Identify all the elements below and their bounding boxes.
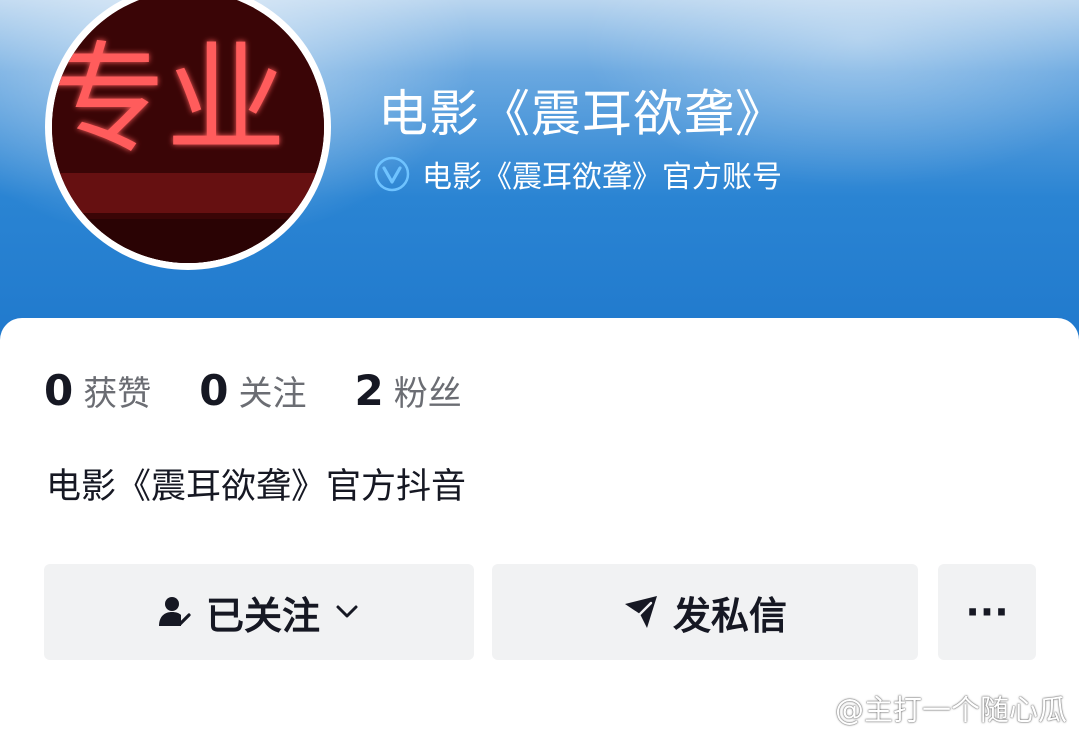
stat-value: 0 — [44, 366, 74, 415]
stat-label: 关注 — [238, 374, 307, 414]
chevron-down-icon — [334, 599, 360, 625]
verified-label: 电影《震耳欲聋》官方账号 — [422, 160, 782, 195]
avatar[interactable]: 专业 — [45, 0, 331, 270]
stat-label: 获赞 — [83, 374, 152, 414]
weibo-icon — [797, 696, 830, 721]
message-label: 发私信 — [672, 593, 787, 638]
message-button[interactable]: 发私信 — [492, 564, 918, 660]
profile-name: 电影《震耳欲聋》 — [378, 85, 786, 143]
send-icon — [623, 594, 659, 630]
verified-v-icon — [374, 156, 410, 192]
stat-likes[interactable]: 0 获赞 — [44, 366, 151, 415]
more-button[interactable]: ··· — [938, 564, 1036, 660]
verified-badge: 电影《震耳欲聋》官方账号 — [374, 152, 782, 196]
watermark: @主打一个随心瓜 — [797, 687, 1067, 729]
profile-page: 专业 电影《震耳欲聋》 电影《震耳欲聋》官方账号 0 获赞 0 关注 2 粉丝 — [0, 0, 1079, 737]
profile-card: 0 获赞 0 关注 2 粉丝 电影《震耳欲聋》官方抖音 已关注 发私信 ··· — [0, 318, 1079, 737]
stat-value: 0 — [199, 366, 229, 415]
stat-followers[interactable]: 2 粉丝 — [354, 366, 461, 415]
stat-value: 2 — [354, 366, 384, 415]
stat-label: 粉丝 — [393, 374, 462, 414]
avatar-text: 专业 — [52, 31, 286, 170]
profile-bio: 电影《震耳欲聋》官方抖音 — [46, 467, 467, 507]
following-button[interactable]: 已关注 — [44, 564, 474, 660]
user-check-icon — [158, 595, 192, 629]
watermark-text: @主打一个随心瓜 — [834, 693, 1067, 727]
more-icon: ··· — [965, 590, 1009, 634]
led-sign-image: 专业 — [52, 0, 324, 263]
stats-row: 0 获赞 0 关注 2 粉丝 — [44, 366, 510, 415]
following-label: 已关注 — [205, 593, 320, 638]
stat-following[interactable]: 0 关注 — [199, 366, 306, 415]
avatar-image: 专业 — [52, 0, 324, 263]
